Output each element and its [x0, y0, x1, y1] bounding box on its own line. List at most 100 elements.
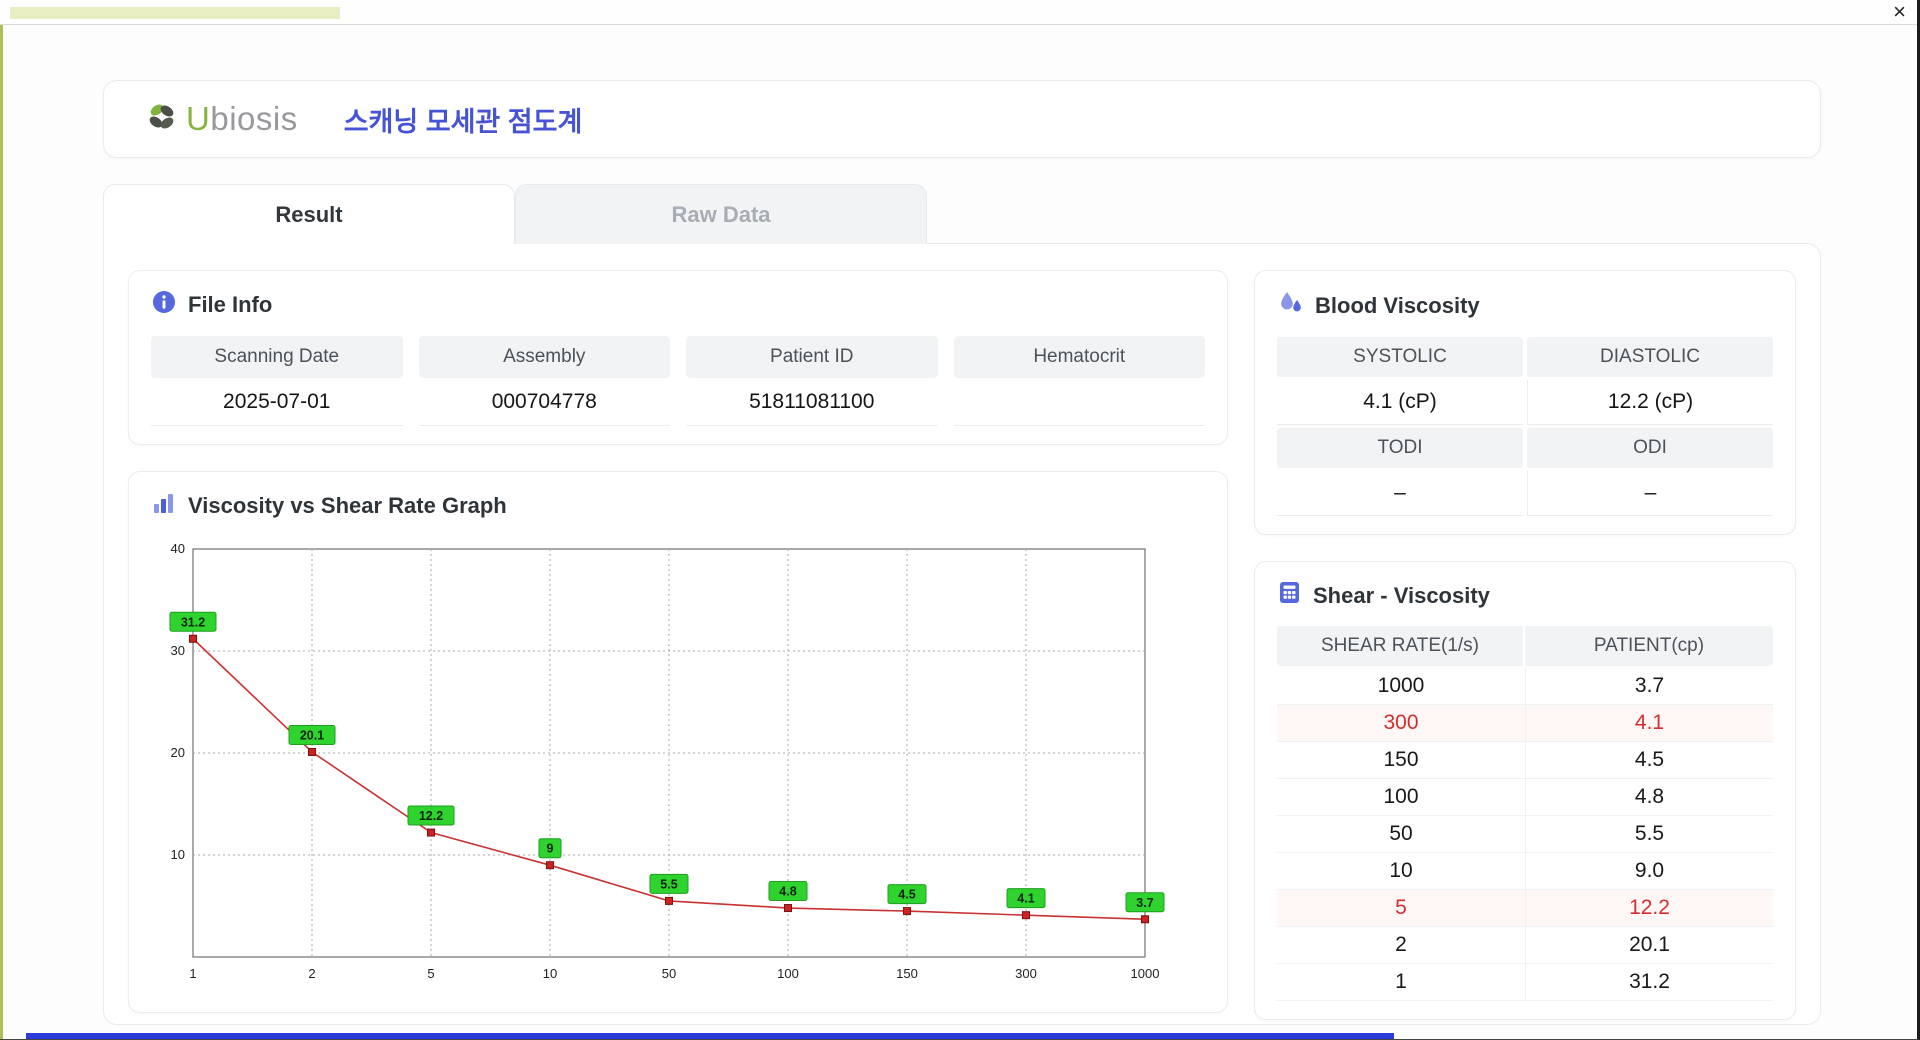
window-close-button[interactable]: ×	[1893, 1, 1906, 23]
file-info-field: Scanning Date 2025-07-01	[151, 336, 403, 426]
shear-table-patient-cell: 31.2	[1525, 964, 1773, 1001]
shear-table-patient-cell: 4.8	[1525, 779, 1773, 816]
svg-text:10: 10	[171, 847, 185, 862]
file-info-field-value: 2025-07-01	[151, 378, 403, 426]
file-info-card: File Info Scanning Date 2025-07-01 Assembl…	[128, 270, 1228, 445]
file-info-field-label: Scanning Date	[151, 336, 403, 378]
svg-text:20: 20	[171, 745, 185, 760]
window-titlebar: ×	[0, 0, 1920, 25]
file-info-title-row: File Info	[151, 289, 1205, 321]
blood-viscosity-value-cell: 12.2 (cP)	[1527, 380, 1773, 425]
viscosity-graph-card: Viscosity vs Shear Rate Graph 10 20 30 40 1 2…	[128, 471, 1228, 1013]
file-info-field: Assembly 000704778	[418, 336, 670, 426]
left-column: File Info Scanning Date 2025-07-01 Assembl…	[128, 270, 1228, 1013]
shear-viscosity-table: SHEAR RATE(1/s) PATIENT(cp) 1000 3.7 300 4.1 1…	[1277, 626, 1773, 1001]
grid-table-icon	[1277, 580, 1302, 611]
page-title: 스캐닝 모세관 점도계	[343, 106, 583, 137]
svg-text:9: 9	[547, 842, 554, 856]
file-info-field: Patient ID 51811081100	[686, 336, 938, 426]
blood-viscosity-title: Blood Viscosity	[1315, 292, 1480, 318]
blood-drops-icon	[1277, 289, 1304, 322]
blood-viscosity-table: SYSTOLIC DIASTOLIC 4.1 (cP) 12.2 (cP) TODI OD…	[1277, 337, 1773, 516]
blood-viscosity-title-row: Blood Viscosity	[1277, 289, 1773, 322]
blood-viscosity-value-cell: –	[1527, 471, 1773, 516]
file-info-fields: Scanning Date 2025-07-01 Assembly 000704778…	[151, 336, 1205, 426]
svg-text:1: 1	[189, 966, 196, 981]
svg-text:40: 40	[171, 541, 185, 556]
right-column: Blood Viscosity SYSTOLIC DIASTOLIC 4.1 (cP…	[1254, 270, 1796, 1020]
file-info-field-label: Assembly	[418, 336, 670, 378]
viscosity-chart-svg: 10 20 30 40 1 2 5 10 50 100 150 300 1000 31.2 20.1 12.2…	[169, 541, 1165, 981]
shear-table-shear-cell: 1000	[1277, 668, 1525, 705]
file-info-field-value	[953, 378, 1205, 426]
tab-result[interactable]: Result	[103, 184, 515, 246]
shear-table-shear-cell: 10	[1277, 853, 1525, 890]
blood-viscosity-header-cell: TODI	[1277, 428, 1523, 468]
blood-viscosity-header-cell: DIASTOLIC	[1527, 337, 1773, 377]
shear-table-patient-cell: 5.5	[1525, 816, 1773, 853]
svg-text:5: 5	[427, 966, 434, 981]
svg-text:12.2: 12.2	[419, 809, 443, 823]
shear-table-shear-cell: 300	[1277, 705, 1525, 742]
bar-chart-icon	[151, 490, 177, 522]
app-header: Ubiosis 스캐닝 모세관 점도계	[103, 80, 1821, 158]
shear-viscosity-title-row: Shear - Viscosity	[1277, 580, 1773, 611]
viscosity-chart: 10 20 30 40 1 2 5 10 50 100 150 300 1000 31.2 20.1 12.2…	[151, 537, 1205, 994]
svg-text:2: 2	[308, 966, 315, 981]
left-edge-strip	[0, 25, 3, 1040]
blood-viscosity-header-cell: SYSTOLIC	[1277, 337, 1523, 377]
shear-table-shear-cell: 5	[1277, 890, 1525, 927]
svg-text:50: 50	[662, 966, 676, 981]
shear-table-header-cell: SHEAR RATE(1/s)	[1277, 626, 1523, 666]
graph-title-row: Viscosity vs Shear Rate Graph	[151, 490, 1205, 522]
blood-viscosity-value-cell: 4.1 (cP)	[1277, 380, 1523, 425]
svg-text:150: 150	[896, 966, 918, 981]
shear-table-shear-cell: 1	[1277, 964, 1525, 1001]
shear-viscosity-card: Shear - Viscosity SHEAR RATE(1/s) PATIENT…	[1254, 561, 1796, 1020]
svg-text:20.1: 20.1	[300, 728, 324, 742]
shear-table-shear-cell: 50	[1277, 816, 1525, 853]
bottom-blue-strip	[26, 1033, 1394, 1040]
file-info-field-value: 51811081100	[686, 378, 938, 426]
logo-letters-rest: biosis	[210, 100, 298, 137]
shear-table-shear-cell: 2	[1277, 927, 1525, 964]
shear-table-patient-cell: 4.1	[1525, 705, 1773, 742]
graph-title: Viscosity vs Shear Rate Graph	[188, 493, 507, 518]
svg-text:4.5: 4.5	[898, 888, 915, 902]
shear-table-patient-cell: 20.1	[1525, 927, 1773, 964]
svg-text:100: 100	[777, 966, 799, 981]
file-info-field: Hematocrit	[953, 336, 1205, 426]
svg-text:4.1: 4.1	[1017, 892, 1034, 906]
file-info-field-label: Patient ID	[686, 336, 938, 378]
titlebar-accent	[10, 7, 340, 19]
svg-text:31.2: 31.2	[181, 615, 205, 629]
file-info-field-label: Hematocrit	[953, 336, 1205, 378]
blood-viscosity-card: Blood Viscosity SYSTOLIC DIASTOLIC 4.1 (cP…	[1254, 270, 1796, 535]
file-info-title: File Info	[188, 292, 273, 317]
tab-bar: Result Raw Data	[103, 184, 1821, 246]
svg-text:1000: 1000	[1131, 966, 1160, 981]
shear-table-header-cell: PATIENT(cp)	[1525, 626, 1773, 666]
svg-text:10: 10	[543, 966, 557, 981]
ubiosis-logo: Ubiosis	[142, 97, 298, 142]
shear-table-patient-cell: 4.5	[1525, 742, 1773, 779]
blood-viscosity-value-cell: –	[1277, 471, 1523, 516]
shear-viscosity-title: Shear - Viscosity	[1313, 582, 1490, 608]
svg-text:30: 30	[171, 643, 185, 658]
shear-table-patient-cell: 9.0	[1525, 853, 1773, 890]
shear-table-shear-cell: 100	[1277, 779, 1525, 816]
svg-text:3.7: 3.7	[1136, 896, 1153, 910]
leaf-logo-icon	[142, 97, 182, 142]
info-icon	[151, 289, 177, 321]
svg-text:4.8: 4.8	[779, 885, 796, 899]
tab-raw-data[interactable]: Raw Data	[515, 184, 927, 244]
shear-table-patient-cell: 3.7	[1525, 668, 1773, 705]
shear-table-patient-cell: 12.2	[1525, 890, 1773, 927]
shear-table-shear-cell: 150	[1277, 742, 1525, 779]
svg-text:5.5: 5.5	[660, 877, 677, 891]
logo-letter-u: U	[186, 100, 211, 137]
logo-text: Ubiosis	[186, 100, 298, 138]
svg-text:300: 300	[1015, 966, 1037, 981]
blood-viscosity-header-cell: ODI	[1527, 428, 1773, 468]
file-info-field-value: 000704778	[418, 378, 670, 426]
